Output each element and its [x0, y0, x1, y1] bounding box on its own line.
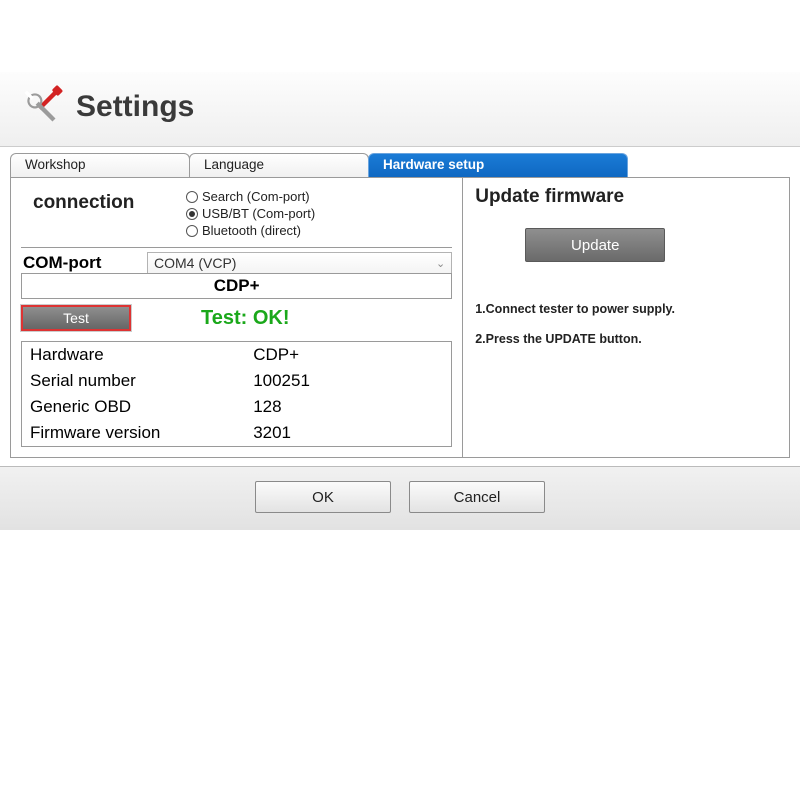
instruction-line-2: 2.Press the UPDATE button.	[475, 332, 777, 346]
chevron-down-icon: ⌄	[436, 257, 445, 270]
cancel-button[interactable]: Cancel	[409, 481, 545, 513]
dialog-footer: OK Cancel	[0, 466, 800, 530]
instruction-line-1: 1.Connect tester to power supply.	[475, 302, 777, 316]
table-row: Serial number 100251	[22, 368, 451, 394]
test-button[interactable]: Test	[21, 305, 131, 331]
tab-content: connection Search (Com-port) USB/BT (Com…	[10, 177, 790, 458]
hardware-label: Hardware	[22, 342, 245, 368]
tab-strip: Workshop Language Hardware setup	[0, 147, 800, 177]
radio-label: USB/BT (Com-port)	[202, 205, 315, 222]
page-title: Settings	[76, 90, 194, 124]
firmware-label: Firmware version	[22, 420, 245, 446]
tab-hardware-setup[interactable]: Hardware setup	[368, 153, 628, 177]
connection-label: connection	[21, 186, 186, 214]
ok-button[interactable]: OK	[255, 481, 391, 513]
connection-radio-group: Search (Com-port) USB/BT (Com-port) Blue…	[186, 186, 315, 239]
table-row: Hardware CDP+	[22, 342, 451, 368]
serial-value: 100251	[245, 368, 451, 394]
hardware-info-table: Hardware CDP+ Serial number 100251 Gener…	[21, 341, 452, 447]
header: Settings	[0, 72, 800, 147]
radio-bluetooth-direct[interactable]: Bluetooth (direct)	[186, 222, 315, 239]
update-firmware-title: Update firmware	[475, 186, 777, 208]
hardware-value: CDP+	[245, 342, 451, 368]
comport-select[interactable]: COM4 (VCP) ⌄	[147, 252, 452, 274]
blank-area	[0, 0, 800, 72]
divider	[21, 247, 452, 248]
comport-label: COM-port	[21, 253, 141, 273]
table-row: Firmware version 3201	[22, 420, 451, 446]
radio-search-comport[interactable]: Search (Com-port)	[186, 188, 315, 205]
update-instructions: 1.Connect tester to power supply. 2.Pres…	[475, 302, 777, 346]
firmware-value: 3201	[245, 420, 451, 446]
settings-window: Settings Workshop Language Hardware setu…	[0, 0, 800, 800]
comport-value: COM4 (VCP)	[154, 255, 236, 271]
radio-icon	[186, 208, 198, 220]
update-button[interactable]: Update	[525, 228, 665, 262]
serial-label: Serial number	[22, 368, 245, 394]
obd-value: 128	[245, 394, 451, 420]
obd-label: Generic OBD	[22, 394, 245, 420]
radio-icon	[186, 191, 198, 203]
test-result-label: Test: OK!	[201, 307, 290, 330]
left-pane: connection Search (Com-port) USB/BT (Com…	[11, 178, 462, 457]
right-pane: Update firmware Update 1.Connect tester …	[462, 178, 789, 457]
radio-label: Bluetooth (direct)	[202, 222, 301, 239]
tab-workshop[interactable]: Workshop	[10, 153, 190, 177]
radio-label: Search (Com-port)	[202, 188, 310, 205]
table-row: Generic OBD 128	[22, 394, 451, 420]
radio-usb-bt-comport[interactable]: USB/BT (Com-port)	[186, 205, 315, 222]
radio-icon	[186, 225, 198, 237]
tab-language[interactable]: Language	[189, 153, 369, 177]
tools-icon	[14, 80, 68, 134]
device-model-box: CDP+	[21, 273, 452, 299]
